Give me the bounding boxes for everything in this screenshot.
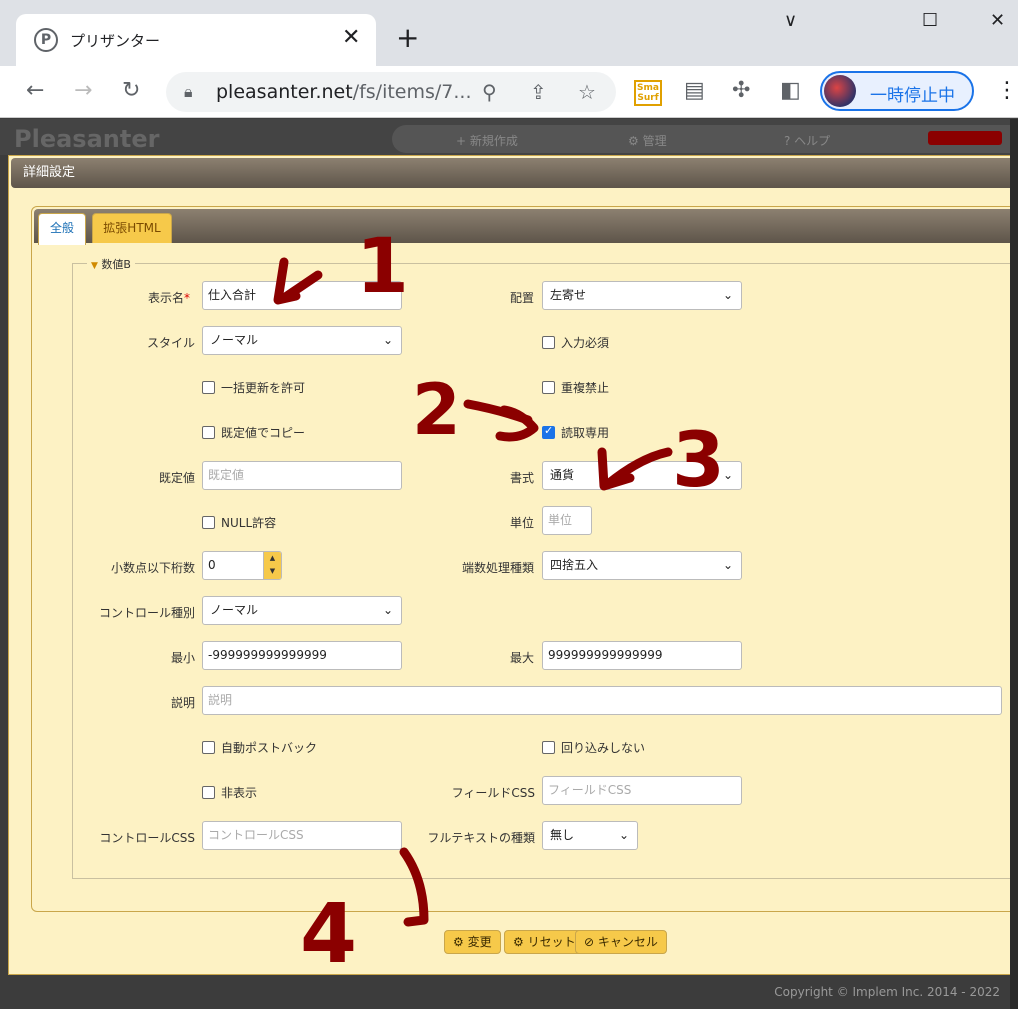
dialog-title: 詳細設定 <box>11 158 1017 188</box>
cancel-button[interactable]: ⊘ キャンセル <box>575 930 667 954</box>
unit-input[interactable]: 単位 <box>542 506 592 535</box>
required-checkbox[interactable]: 入力必須 <box>542 334 609 351</box>
max-input[interactable]: 999999999999999 <box>542 641 742 670</box>
field-css-label: フィールドCSS <box>451 786 535 800</box>
description-input[interactable]: 説明 <box>202 686 1002 715</box>
rounding-select[interactable]: 四捨五入 ⌄ <box>542 551 742 580</box>
description-label: 説明 <box>170 696 195 710</box>
style-label: スタイル <box>146 336 195 350</box>
address-bar[interactable]: 🔒︎ pleasanter.net/fs/items/7... ⚲ ⇪ ☆ <box>166 72 616 112</box>
display-name-input[interactable]: 仕入合計 <box>202 281 402 310</box>
nav-manage[interactable]: ⚙ 管理 <box>628 132 667 149</box>
min-input[interactable]: -999999999999999 <box>202 641 402 670</box>
minimize-icon[interactable]: ∨ <box>784 10 797 31</box>
bookmark-star-icon[interactable]: ☆ <box>578 80 596 104</box>
decimals-label: 小数点以下桁数 <box>110 561 195 575</box>
chevron-down-icon: ⌄ <box>722 558 733 572</box>
nullable-checkbox[interactable]: NULL許容 <box>202 514 276 531</box>
notes-extension-icon[interactable]: ▤ <box>684 78 705 104</box>
display-name-label: 表示名* <box>147 291 190 305</box>
no-duplicate-checkbox[interactable]: 重複禁止 <box>542 379 609 396</box>
tab-extended-html[interactable]: 拡張HTML <box>92 213 172 243</box>
gear-icon: ⚙ <box>513 935 524 949</box>
chevron-down-icon: ⌄ <box>722 468 733 482</box>
group-legend[interactable]: ▼ 数値B <box>87 256 135 272</box>
zoom-icon[interactable]: ⚲ <box>482 80 497 104</box>
url-text: pleasanter.net/fs/items/7... <box>216 81 472 103</box>
min-label: 最小 <box>170 651 195 665</box>
format-select[interactable]: 通貨 ⌄ <box>542 461 742 490</box>
bulk-update-checkbox[interactable]: 一括更新を許可 <box>202 379 305 396</box>
new-tab-icon[interactable]: + <box>396 24 419 52</box>
max-label: 最大 <box>509 651 534 665</box>
reload-icon[interactable]: ↻ <box>122 78 140 104</box>
tab-title: プリザンター <box>70 32 161 50</box>
gear-icon: ⚙ <box>453 935 464 949</box>
collapse-triangle-icon: ▼ <box>91 261 98 271</box>
page-scrollbar[interactable] <box>1010 119 1018 1009</box>
tab-general[interactable]: 全般 <box>38 213 86 245</box>
chevron-down-icon: ⌄ <box>618 828 629 842</box>
unit-label: 単位 <box>509 516 534 530</box>
align-select[interactable]: 左寄せ ⌄ <box>542 281 742 310</box>
site-header: Pleasanter + 新規作成 ⚙ 管理 ? ヘルプ <box>0 119 1018 155</box>
align-label: 配置 <box>509 291 534 305</box>
reset-button[interactable]: ⚙ リセット <box>504 930 585 954</box>
side-panel-icon[interactable]: ◧ <box>780 78 801 104</box>
spin-down-icon: ▼ <box>269 567 276 575</box>
redacted-username <box>928 131 1002 145</box>
cancel-circle-icon: ⊘ <box>584 935 595 949</box>
readonly-checkbox[interactable]: 読取専用 <box>542 424 609 441</box>
chevron-down-icon: ⌄ <box>722 288 733 302</box>
decimals-stepper[interactable]: ▲ ▼ <box>263 552 281 579</box>
forward-icon[interactable]: → <box>74 78 92 104</box>
style-select[interactable]: ノーマル ⌄ <box>202 326 402 355</box>
share-icon[interactable]: ⇪ <box>530 80 547 104</box>
smartsurf-extension-icon[interactable]: Sma Surf <box>634 80 662 106</box>
nav-new[interactable]: + 新規作成 <box>456 132 518 149</box>
autopostback-checkbox[interactable]: 自動ポストバック <box>202 739 317 756</box>
field-css-input[interactable]: フィールドCSS <box>542 776 742 805</box>
fulltext-label: フルテキストの種類 <box>427 831 535 845</box>
restore-icon[interactable]: ☐ <box>922 10 938 31</box>
rounding-label: 端数処理種類 <box>461 561 534 575</box>
avatar <box>824 75 856 107</box>
site-nav: + 新規作成 ⚙ 管理 ? ヘルプ <box>392 125 1018 153</box>
default-value-label: 既定値 <box>158 471 195 485</box>
site-logo: Pleasanter <box>14 125 160 153</box>
decimals-input[interactable]: 0 ▲ ▼ <box>202 551 282 580</box>
extensions-puzzle-icon[interactable]: ✣ <box>732 78 750 104</box>
change-button[interactable]: ⚙ 変更 <box>444 930 501 954</box>
control-type-label: コントロール種別 <box>98 606 195 620</box>
browser-toolbar: ← → ↻ 🔒︎ pleasanter.net/fs/items/7... ⚲ … <box>0 66 1018 118</box>
nowrap-checkbox[interactable]: 回り込みしない <box>542 739 645 756</box>
nav-help[interactable]: ? ヘルプ <box>784 132 830 149</box>
window-close-icon[interactable]: ✕ <box>990 10 1005 31</box>
chevron-down-icon: ⌄ <box>382 603 393 617</box>
format-label: 書式 <box>509 471 534 485</box>
browser-tab[interactable]: P プリザンター ✕ <box>16 14 376 66</box>
control-css-label: コントロールCSS <box>99 831 195 845</box>
profile-button[interactable]: 一時停止中 <box>820 71 974 111</box>
default-value-input[interactable]: 既定値 <box>202 461 402 490</box>
browser-tab-bar: P プリザンター ✕ + ∨ ☐ ✕ <box>0 0 1018 66</box>
spin-up-icon: ▲ <box>269 554 276 562</box>
tab-close-icon[interactable]: ✕ <box>342 26 360 50</box>
profile-status: 一時停止中 <box>870 86 955 106</box>
fulltext-select[interactable]: 無し ⌄ <box>542 821 638 850</box>
copy-default-checkbox[interactable]: 既定値でコピー <box>202 424 305 441</box>
copyright-footer: Copyright © Implem Inc. 2014 - 2022 <box>774 985 1000 999</box>
control-type-select[interactable]: ノーマル ⌄ <box>202 596 402 625</box>
lock-icon: 🔒︎ <box>184 82 193 101</box>
pleasanter-favicon-icon: P <box>34 28 58 52</box>
chevron-down-icon: ⌄ <box>382 333 393 347</box>
hidden-checkbox[interactable]: 非表示 <box>202 784 257 801</box>
tabs-header: 全般 拡張HTML <box>34 209 1018 245</box>
control-css-input[interactable]: コントロールCSS <box>202 821 402 850</box>
browser-menu-icon[interactable]: ⋮ <box>996 78 1018 103</box>
back-icon[interactable]: ← <box>26 78 44 104</box>
